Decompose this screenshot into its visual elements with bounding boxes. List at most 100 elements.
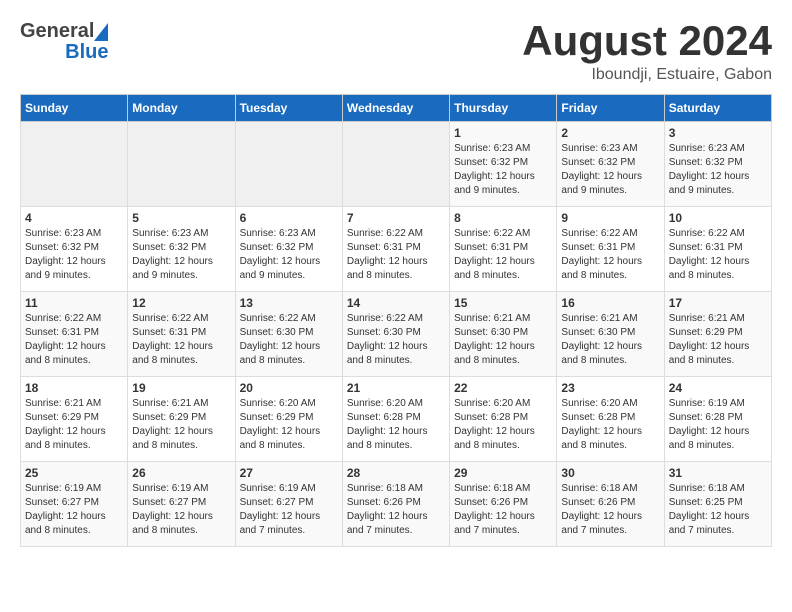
day-info: Sunrise: 6:22 AM Sunset: 6:30 PM Dayligh… (347, 312, 445, 368)
calendar-cell: 17Sunrise: 6:21 AM Sunset: 6:29 PM Dayli… (664, 292, 771, 377)
day-number: 8 (454, 211, 552, 225)
day-number: 16 (561, 296, 659, 310)
day-header-thursday: Thursday (450, 95, 557, 122)
day-info: Sunrise: 6:22 AM Sunset: 6:31 PM Dayligh… (561, 227, 659, 283)
calendar-header: SundayMondayTuesdayWednesdayThursdayFrid… (21, 95, 772, 122)
calendar-week-5: 25 Sunrise: 6:19 AM Sunset: 6:27 PM Dayli… (21, 462, 772, 547)
day-number: 21 (347, 381, 445, 395)
day-info: Sunrise: 6:18 AM Sunset: 6:26 PM Dayligh… (454, 482, 552, 538)
day-info: Sunrise: 6:22 AM Sunset: 6:31 PM Dayligh… (347, 227, 445, 283)
calendar-cell (128, 122, 235, 207)
logo: General Blue (20, 20, 108, 64)
day-header-tuesday: Tuesday (235, 95, 342, 122)
day-number: 11 (25, 296, 123, 310)
logo-general-text: General (20, 20, 94, 43)
page-header: General Blue August 2024 Iboundji, Estua… (20, 20, 772, 84)
day-info: Sunrise: 6:23 AM Sunset: 6:32 PM Dayligh… (25, 227, 123, 283)
calendar-cell: 29 Sunrise: 6:18 AM Sunset: 6:26 PM Dayli… (450, 462, 557, 547)
calendar-cell: 7 Sunrise: 6:22 AM Sunset: 6:31 PM Daylig… (342, 207, 449, 292)
calendar-cell: 28Sunrise: 6:18 AM Sunset: 6:26 PM Dayli… (342, 462, 449, 547)
day-number: 4 (25, 211, 123, 225)
day-number: 28 (347, 466, 445, 480)
day-info: Sunrise: 6:18 AM Sunset: 6:25 PM Dayligh… (669, 482, 767, 538)
day-number: 15 (454, 296, 552, 310)
day-header-wednesday: Wednesday (342, 95, 449, 122)
day-info: Sunrise: 6:22 AM Sunset: 6:31 PM Dayligh… (669, 227, 767, 283)
calendar-cell (342, 122, 449, 207)
day-info: Sunrise: 6:22 AM Sunset: 6:31 PM Dayligh… (454, 227, 552, 283)
title-area: August 2024 Iboundji, Estuaire, Gabon (522, 20, 772, 84)
calendar-week-4: 18 Sunrise: 6:21 AM Sunset: 6:29 PM Dayli… (21, 377, 772, 462)
calendar-cell: 11 Sunrise: 6:22 AM Sunset: 6:31 PM Dayli… (21, 292, 128, 377)
day-info: Sunrise: 6:23 AM Sunset: 6:32 PM Dayligh… (132, 227, 230, 283)
day-info: Sunrise: 6:23 AM Sunset: 6:32 PM Dayligh… (669, 142, 767, 198)
calendar-table: SundayMondayTuesdayWednesdayThursdayFrid… (20, 94, 772, 547)
calendar-cell: 20Sunrise: 6:20 AM Sunset: 6:29 PM Dayli… (235, 377, 342, 462)
main-title: August 2024 (522, 20, 772, 62)
calendar-week-2: 4 Sunrise: 6:23 AM Sunset: 6:32 PM Daylig… (21, 207, 772, 292)
day-number: 25 (25, 466, 123, 480)
day-number: 26 (132, 466, 230, 480)
calendar-cell: 18 Sunrise: 6:21 AM Sunset: 6:29 PM Dayli… (21, 377, 128, 462)
calendar-cell: 16 Sunrise: 6:21 AM Sunset: 6:30 PM Dayli… (557, 292, 664, 377)
day-info: Sunrise: 6:20 AM Sunset: 6:28 PM Dayligh… (347, 397, 445, 453)
calendar-cell: 12 Sunrise: 6:22 AM Sunset: 6:31 PM Dayli… (128, 292, 235, 377)
calendar-cell: 4 Sunrise: 6:23 AM Sunset: 6:32 PM Daylig… (21, 207, 128, 292)
calendar-cell: 5Sunrise: 6:23 AM Sunset: 6:32 PM Daylig… (128, 207, 235, 292)
calendar-cell: 25 Sunrise: 6:19 AM Sunset: 6:27 PM Dayli… (21, 462, 128, 547)
day-number: 30 (561, 466, 659, 480)
day-info: Sunrise: 6:21 AM Sunset: 6:30 PM Dayligh… (454, 312, 552, 368)
calendar-cell: 23Sunrise: 6:20 AM Sunset: 6:28 PM Dayli… (557, 377, 664, 462)
calendar-cell: 1 Sunrise: 6:23 AM Sunset: 6:32 PM Daylig… (450, 122, 557, 207)
day-number: 31 (669, 466, 767, 480)
day-info: Sunrise: 6:18 AM Sunset: 6:26 PM Dayligh… (561, 482, 659, 538)
day-info: Sunrise: 6:19 AM Sunset: 6:27 PM Dayligh… (132, 482, 230, 538)
header-row: SundayMondayTuesdayWednesdayThursdayFrid… (21, 95, 772, 122)
day-info: Sunrise: 6:19 AM Sunset: 6:27 PM Dayligh… (240, 482, 338, 538)
day-info: Sunrise: 6:22 AM Sunset: 6:30 PM Dayligh… (240, 312, 338, 368)
calendar-cell: 15 Sunrise: 6:21 AM Sunset: 6:30 PM Dayli… (450, 292, 557, 377)
day-number: 3 (669, 126, 767, 140)
day-header-monday: Monday (128, 95, 235, 122)
day-header-saturday: Saturday (664, 95, 771, 122)
logo-arrow-icon (94, 23, 108, 41)
day-info: Sunrise: 6:19 AM Sunset: 6:27 PM Dayligh… (25, 482, 123, 538)
calendar-cell (21, 122, 128, 207)
day-number: 1 (454, 126, 552, 140)
day-header-friday: Friday (557, 95, 664, 122)
calendar-cell: 2Sunrise: 6:23 AM Sunset: 6:32 PM Daylig… (557, 122, 664, 207)
day-number: 24 (669, 381, 767, 395)
day-number: 6 (240, 211, 338, 225)
day-number: 13 (240, 296, 338, 310)
calendar-cell: 10 Sunrise: 6:22 AM Sunset: 6:31 PM Dayli… (664, 207, 771, 292)
subtitle: Iboundji, Estuaire, Gabon (522, 66, 772, 84)
day-number: 7 (347, 211, 445, 225)
calendar-cell: 14Sunrise: 6:22 AM Sunset: 6:30 PM Dayli… (342, 292, 449, 377)
calendar-cell: 31 Sunrise: 6:18 AM Sunset: 6:25 PM Dayli… (664, 462, 771, 547)
calendar-cell: 3 Sunrise: 6:23 AM Sunset: 6:32 PM Daylig… (664, 122, 771, 207)
day-info: Sunrise: 6:21 AM Sunset: 6:29 PM Dayligh… (132, 397, 230, 453)
day-info: Sunrise: 6:22 AM Sunset: 6:31 PM Dayligh… (25, 312, 123, 368)
day-info: Sunrise: 6:22 AM Sunset: 6:31 PM Dayligh… (132, 312, 230, 368)
calendar-cell: 6Sunrise: 6:23 AM Sunset: 6:32 PM Daylig… (235, 207, 342, 292)
calendar-cell: 26 Sunrise: 6:19 AM Sunset: 6:27 PM Dayli… (128, 462, 235, 547)
day-number: 10 (669, 211, 767, 225)
day-info: Sunrise: 6:21 AM Sunset: 6:30 PM Dayligh… (561, 312, 659, 368)
day-number: 23 (561, 381, 659, 395)
day-number: 29 (454, 466, 552, 480)
day-info: Sunrise: 6:23 AM Sunset: 6:32 PM Dayligh… (454, 142, 552, 198)
day-number: 12 (132, 296, 230, 310)
day-info: Sunrise: 6:23 AM Sunset: 6:32 PM Dayligh… (561, 142, 659, 198)
day-number: 22 (454, 381, 552, 395)
calendar-week-3: 11 Sunrise: 6:22 AM Sunset: 6:31 PM Dayli… (21, 292, 772, 377)
day-info: Sunrise: 6:20 AM Sunset: 6:29 PM Dayligh… (240, 397, 338, 453)
calendar-cell: 13 Sunrise: 6:22 AM Sunset: 6:30 PM Dayli… (235, 292, 342, 377)
calendar-cell: 30 Sunrise: 6:18 AM Sunset: 6:26 PM Dayli… (557, 462, 664, 547)
day-number: 18 (25, 381, 123, 395)
day-number: 9 (561, 211, 659, 225)
day-number: 27 (240, 466, 338, 480)
day-number: 19 (132, 381, 230, 395)
day-info: Sunrise: 6:19 AM Sunset: 6:28 PM Dayligh… (669, 397, 767, 453)
logo-blue-text: Blue (65, 41, 108, 64)
day-info: Sunrise: 6:21 AM Sunset: 6:29 PM Dayligh… (25, 397, 123, 453)
